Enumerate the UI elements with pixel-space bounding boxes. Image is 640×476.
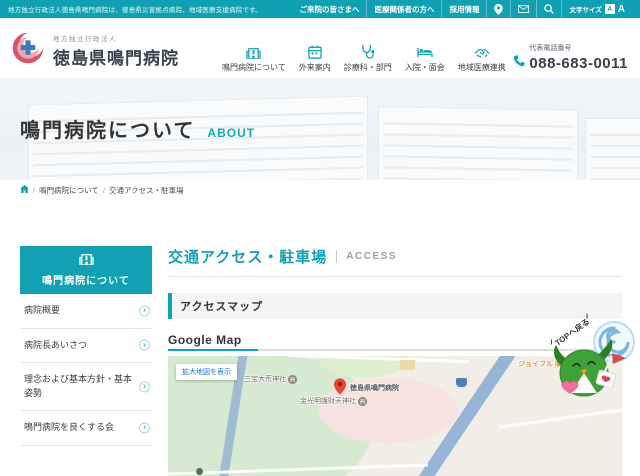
hospital-logo-icon [10, 30, 46, 71]
shrine-icon [358, 396, 367, 406]
content-title: 交通アクセス・駐車場 [168, 249, 328, 266]
content-title-row: 交通アクセス・駐車場 ACCESS [168, 246, 622, 277]
back-to-top-label-svg: TOPへ戻る [553, 316, 591, 348]
nav-regional-cooperation[interactable]: 地域医療連携 [458, 44, 506, 73]
stethoscope-icon [361, 44, 375, 59]
text-size-control: 文字サイズ A A [561, 0, 632, 18]
page-title: 鳴門病院について [20, 120, 196, 142]
link-medical-professionals[interactable]: 医療関係者の方へ [366, 0, 441, 18]
site-header: 地方独立行政法人 徳島県鳴門病院 鳴門病院について 外来案内 診療科・部門 入院… [0, 18, 640, 78]
chevron-right-icon [139, 339, 150, 351]
link-visitors[interactable]: ご来院の皆さまへ [292, 0, 366, 18]
top-utility-bar: 地方独立行政法人徳島県鳴門病院は、徳島県災害拠点病院、地域医療支援病院です。 ご… [0, 0, 640, 18]
sidebar-title: 鳴門病院について [42, 276, 130, 287]
sidebar-item-philosophy[interactable]: 理念および基本方針・基本姿勢 [20, 363, 152, 411]
mail-icon[interactable] [510, 0, 536, 18]
site-tagline: 地方独立行政法人徳島県鳴門病院は、徳島県災害拠点病院、地域医療支援病院です。 [8, 7, 262, 14]
bed-icon [417, 44, 433, 59]
breadcrumb-item-about[interactable]: 鳴門病院について [39, 185, 99, 196]
breadcrumb: / 鳴門病院について / 交通アクセス・駐車場 [0, 180, 640, 200]
link-recruit[interactable]: 採用情報 [441, 0, 486, 18]
title-divider [336, 250, 338, 263]
home-icon[interactable] [20, 185, 29, 195]
sidebar-item-director-greeting[interactable]: 病院長あいさつ [20, 328, 152, 363]
sidebar-item-improvement-group[interactable]: 鳴門病院を良くする会 [20, 411, 152, 446]
text-size-small-button[interactable]: A [604, 4, 615, 14]
phone-label: 代表電話番号 [529, 45, 572, 52]
phone-icon [513, 54, 526, 72]
page-title-en: ABOUT [207, 126, 256, 140]
shrine-icon [288, 374, 297, 384]
sidebar-menu: 鳴門病院について 病院概要 病院長あいさつ 理念および基本方針・基本姿勢 鳴門病… [20, 246, 152, 446]
map-pin-label: 徳島県鳴門病院 [350, 385, 399, 392]
breadcrumb-item-access: 交通アクセス・駐車場 [108, 185, 184, 195]
topbar-links: ご来院の皆さまへ 医療関係者の方へ 採用情報 文字サイズ A A [292, 0, 632, 18]
hospital-icon [20, 251, 152, 270]
nav-admission[interactable]: 入院・面会 [405, 44, 445, 73]
route-shield-icon [456, 378, 467, 387]
text-size-large-button[interactable]: A [618, 4, 625, 15]
hero-title-block: 鳴門病院について ABOUT [20, 114, 255, 143]
chevron-right-icon [139, 305, 150, 317]
calendar-icon [308, 44, 322, 59]
hero-banner: 鳴門病院について ABOUT [0, 78, 640, 180]
chevron-right-icon [139, 422, 150, 434]
global-nav: 鳴門病院について 外来案内 診療科・部門 入院・面会 地域医療連携 [222, 44, 506, 73]
content-title-en: ACCESS [346, 251, 397, 262]
expand-map-button[interactable]: 拡大地図を表示 [176, 364, 237, 380]
phone-number[interactable]: 088-683-0011 [529, 55, 628, 72]
nav-departments[interactable]: 診療科・部門 [344, 44, 392, 73]
nav-outpatient[interactable]: 外来案内 [299, 44, 331, 73]
brand-name: 徳島県鳴門病院 [53, 48, 179, 68]
chevron-right-icon [139, 381, 150, 392]
handshake-icon [474, 44, 490, 59]
sidebar-header[interactable]: 鳴門病院について [20, 246, 152, 294]
brand-text: 地方独立行政法人 徳島県鳴門病院 [53, 33, 179, 69]
nav-about-hospital[interactable]: 鳴門病院について [222, 44, 286, 73]
brand-org: 地方独立行政法人 [53, 35, 117, 43]
text-size-label: 文字サイズ [569, 7, 602, 14]
phone-block: 代表電話番号 088-683-0011 [513, 43, 628, 72]
site-logo[interactable]: 地方独立行政法人 徳島県鳴門病院 [10, 30, 179, 71]
location-pin-icon[interactable] [486, 0, 510, 18]
back-to-top-button[interactable]: TOPへ戻る TOPへ戻る [550, 310, 636, 402]
map-pin-icon[interactable] [334, 378, 346, 400]
map-label-shrine1: 三宝大荒神社 [244, 374, 297, 384]
sidebar-item-overview[interactable]: 病院概要 [20, 294, 152, 329]
hospital-icon [246, 44, 262, 59]
search-icon[interactable] [536, 0, 561, 18]
